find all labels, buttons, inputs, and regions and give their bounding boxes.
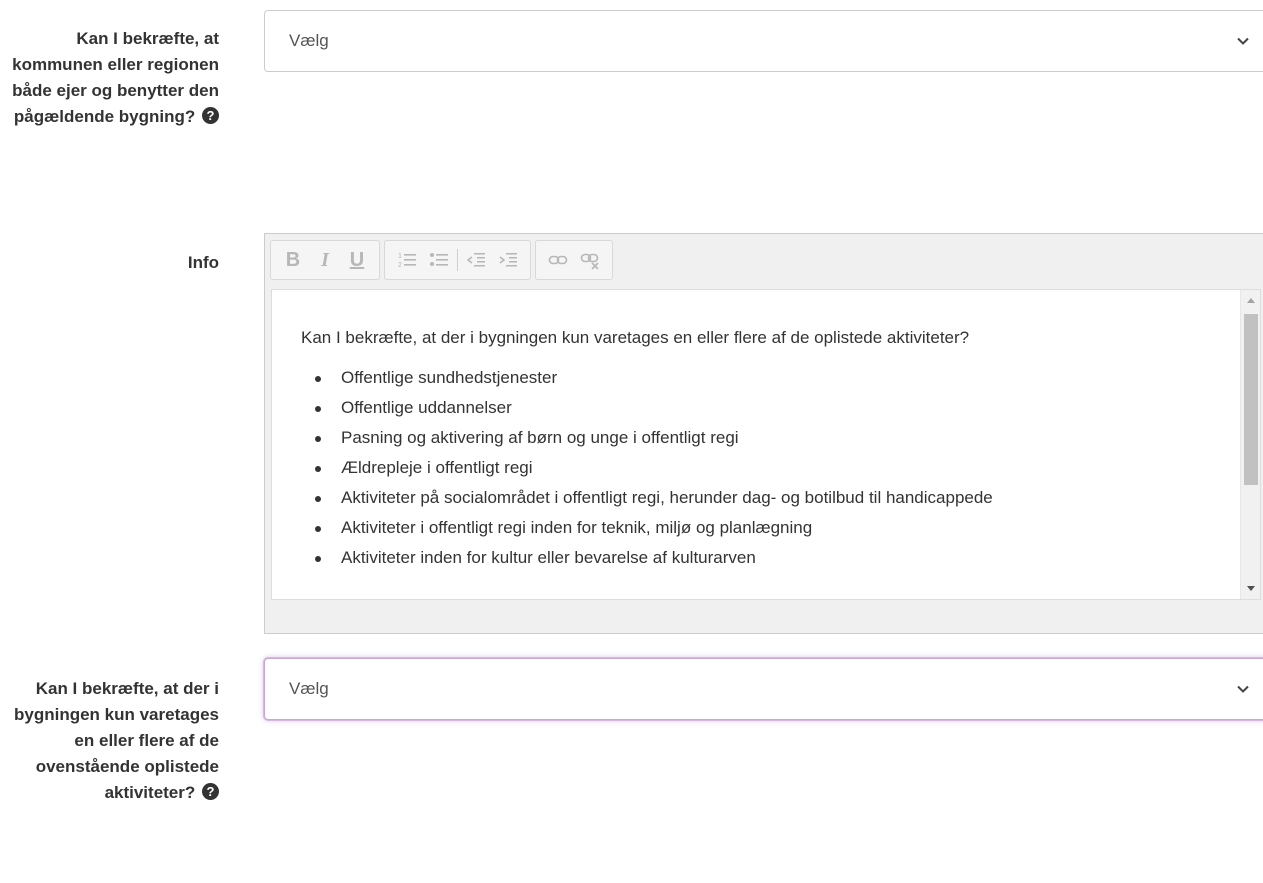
editor-content: Kan I bekræfte, at der i bygningen kun v… (272, 290, 1260, 573)
link-icon (548, 255, 568, 265)
editor-scrollbar[interactable] (1240, 290, 1260, 599)
activity-list: Offentlige sundhedstjenester Offentlige … (301, 363, 1236, 573)
question-1-text: Kan I bekræfte, at kommunen eller region… (12, 29, 219, 126)
italic-button[interactable]: I (309, 245, 341, 275)
chevron-down-icon (1237, 685, 1249, 693)
scroll-up-icon (1247, 298, 1255, 303)
format-group: B I U (270, 240, 380, 280)
ordered-list-button[interactable]: 1 2 (391, 245, 423, 275)
question-1-select[interactable]: Vælg (264, 10, 1263, 72)
underline-button[interactable]: U (341, 245, 373, 275)
ordered-list-icon: 1 2 (398, 253, 416, 269)
list-item: Ældrepleje i offentligt regi (315, 453, 1236, 483)
question-help-icon[interactable]: ? (202, 783, 219, 800)
indent-button[interactable] (492, 245, 524, 275)
question-2-text: Kan I bekræfte, at der i bygningen kun v… (14, 679, 219, 802)
outdent-button[interactable] (460, 245, 492, 275)
toolbar-separator (457, 249, 458, 271)
scroll-down-arrow[interactable] (1241, 579, 1260, 599)
list-item: Aktiviteter i offentligt regi inden for … (315, 513, 1236, 543)
content-paragraph: Kan I bekræfte, at der i bygningen kun v… (301, 328, 970, 347)
question-help-icon[interactable]: ? (202, 107, 219, 124)
indent-icon (499, 253, 517, 267)
list-item: Aktiviteter på socialområdet i offentlig… (315, 483, 1236, 513)
list-item: Offentlige uddannelser (315, 393, 1236, 423)
question-2-select[interactable]: Vælg (264, 658, 1263, 720)
scroll-thumb[interactable] (1244, 314, 1258, 485)
editor-content-area[interactable]: Kan I bekræfte, at der i bygningen kun v… (271, 289, 1261, 600)
scroll-up-arrow[interactable] (1241, 290, 1260, 310)
svg-text:2: 2 (398, 262, 402, 269)
scroll-down-icon (1247, 586, 1255, 591)
question-1-label: Kan I bekræfte, at kommunen eller region… (0, 26, 219, 130)
rich-text-editor: B I U 1 2 Kan I bekræfte, at der i bygni… (264, 233, 1263, 634)
question-2-label: Kan I bekræfte, at der i bygningen kun v… (0, 676, 219, 806)
question-1-select-value: Vælg (289, 31, 329, 50)
outdent-icon (466, 253, 485, 267)
unordered-list-button[interactable] (423, 245, 455, 275)
list-item: Pasning og aktivering af børn og unge i … (315, 423, 1236, 453)
chevron-down-icon (1237, 37, 1249, 45)
link-button[interactable] (542, 245, 574, 275)
question-2-select-value: Vælg (289, 679, 329, 698)
bold-button[interactable]: B (277, 245, 309, 275)
unlink-icon (580, 253, 599, 270)
list-group: 1 2 (384, 240, 531, 280)
editor-toolbar: B I U 1 2 (270, 240, 613, 280)
unordered-list-icon (430, 253, 448, 266)
svg-text:1: 1 (398, 253, 402, 260)
list-item: Offentlige sundhedstjenester (315, 363, 1236, 393)
unlink-button[interactable] (574, 245, 606, 275)
list-item: Aktiviteter inden for kultur eller bevar… (315, 543, 1236, 573)
link-group (535, 240, 613, 280)
info-label: Info (187, 253, 219, 272)
